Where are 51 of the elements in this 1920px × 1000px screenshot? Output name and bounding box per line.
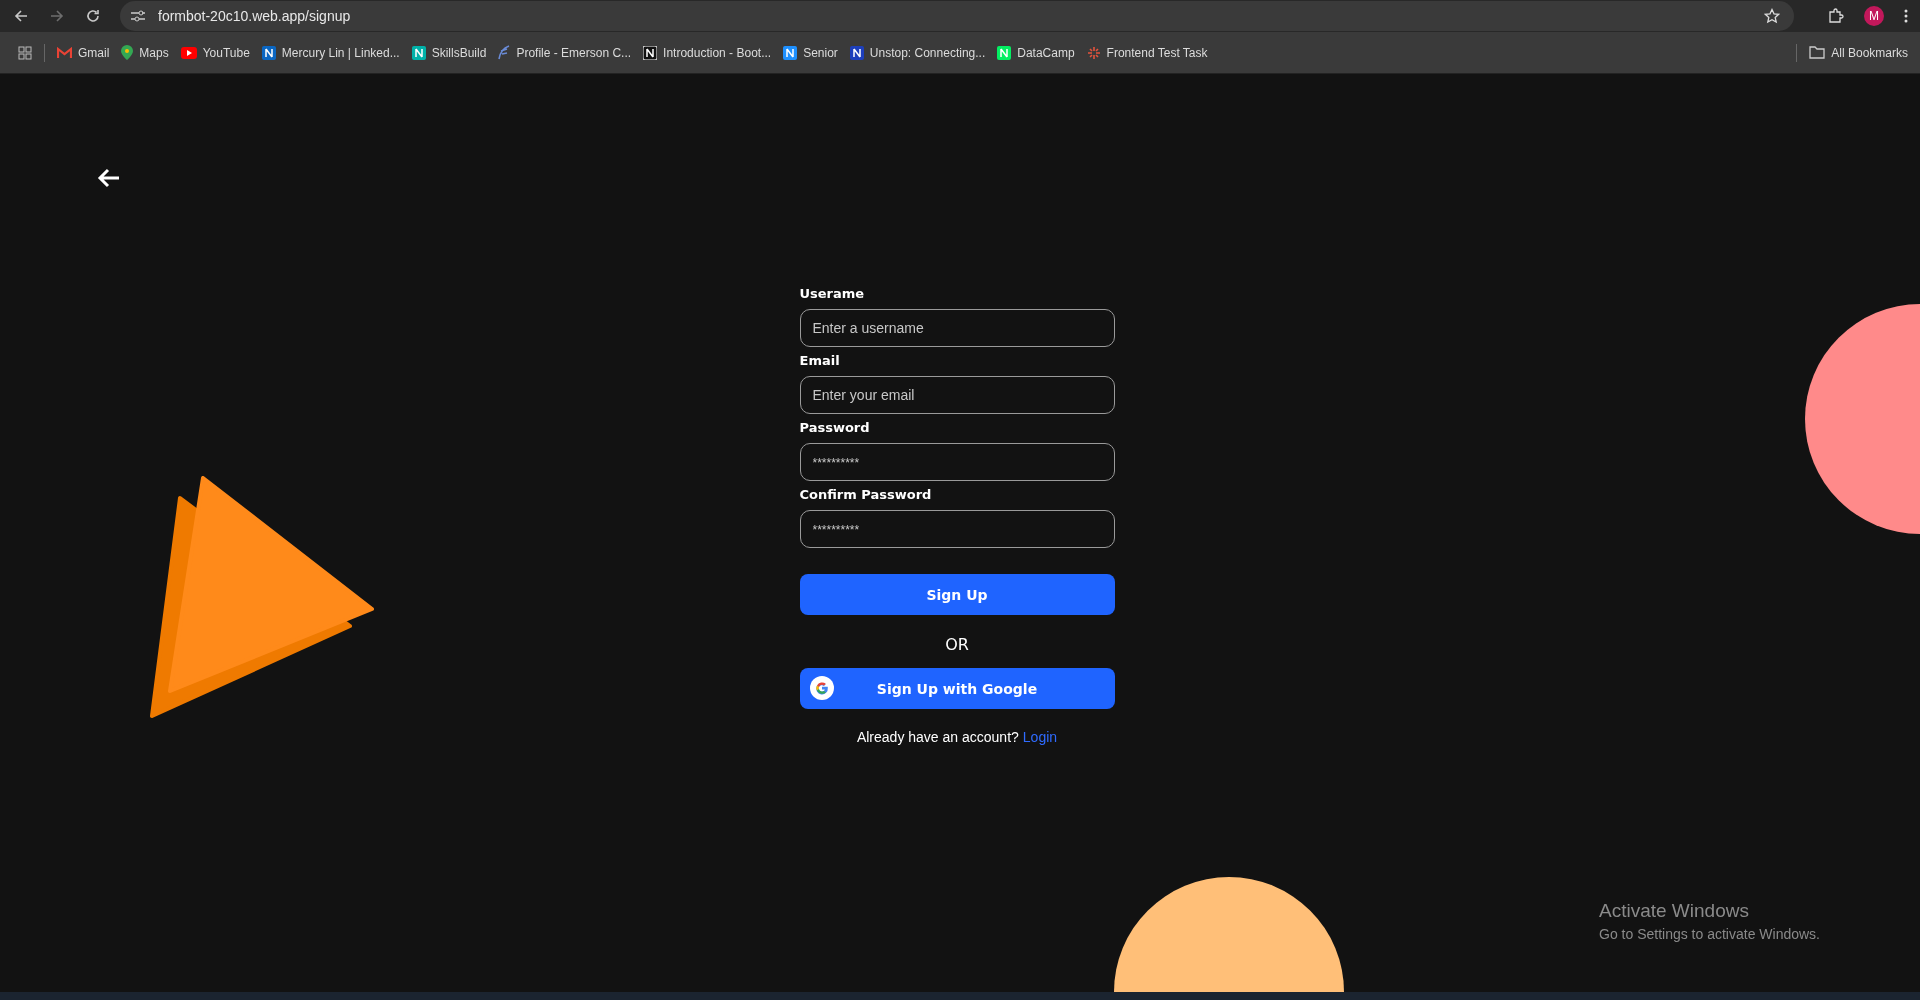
bookmark[interactable]: Unstop: Connecting... bbox=[849, 45, 986, 60]
profile-avatar[interactable]: M bbox=[1864, 6, 1884, 26]
bookmark[interactable]: YouTube bbox=[180, 45, 250, 60]
field-label: Confirm Password bbox=[799, 487, 933, 502]
bookmark[interactable]: Frontend Test Task bbox=[1086, 45, 1208, 60]
field-label: Password bbox=[799, 420, 871, 435]
sign-up-button[interactable]: Sign Up bbox=[799, 574, 1115, 615]
burst-icon bbox=[1086, 45, 1101, 60]
site-settings-icon[interactable] bbox=[130, 9, 146, 23]
bookmark[interactable]: Profile - Emerson C... bbox=[498, 45, 632, 60]
play-icon bbox=[180, 46, 197, 59]
field-label: Userame bbox=[799, 286, 866, 301]
bookmark[interactable]: Gmail bbox=[57, 45, 110, 60]
envelope-icon bbox=[57, 46, 72, 59]
site-logo-icon bbox=[261, 45, 276, 60]
back-icon[interactable] bbox=[14, 9, 28, 23]
or-divider: OR bbox=[944, 635, 970, 654]
bookmark[interactable]: Senior bbox=[783, 45, 838, 60]
apps-icon[interactable] bbox=[18, 45, 32, 60]
field-label: Email bbox=[799, 353, 841, 368]
star-icon[interactable] bbox=[1764, 8, 1780, 24]
bookmark[interactable]: Maps bbox=[121, 45, 169, 60]
footer-text: Already have an account? bbox=[856, 729, 1019, 745]
menu-icon[interactable] bbox=[1904, 9, 1908, 23]
input-field[interactable]: Enter your email bbox=[799, 376, 1115, 414]
bookmark[interactable]: Introduction - Boot... bbox=[643, 45, 772, 60]
bookmark[interactable]: SkillsBuild bbox=[411, 45, 487, 60]
feather-icon bbox=[498, 45, 511, 60]
site-logo-icon bbox=[849, 45, 864, 60]
map-pin-icon bbox=[121, 45, 134, 60]
folder-icon bbox=[1809, 46, 1826, 59]
input-field[interactable]: ********** bbox=[799, 443, 1115, 481]
reload-icon[interactable] bbox=[86, 9, 100, 23]
site-logo-icon bbox=[411, 45, 426, 60]
login-link[interactable]: Login bbox=[1022, 729, 1058, 745]
bookmark[interactable]: Mercury Lin | Linked... bbox=[261, 45, 400, 60]
forward-icon[interactable] bbox=[50, 9, 64, 23]
back-arrow-icon[interactable] bbox=[97, 168, 121, 188]
input-field[interactable]: ********** bbox=[799, 510, 1115, 548]
bookmark[interactable]: DataCamp bbox=[997, 45, 1075, 60]
input-field[interactable]: Enter a username bbox=[799, 309, 1115, 347]
site-logo-icon bbox=[643, 45, 658, 60]
activation-title: Activate Windows bbox=[1599, 900, 1750, 922]
extensions-icon[interactable] bbox=[1828, 8, 1844, 24]
google-sign-up-button[interactable]: Sign Up with Google bbox=[799, 668, 1115, 709]
site-logo-icon bbox=[783, 45, 798, 60]
activation-subtitle: Go to Settings to activate Windows. bbox=[1599, 926, 1820, 942]
site-logo-icon bbox=[997, 45, 1012, 60]
all-bookmarks-button[interactable]: All Bookmarks bbox=[1809, 45, 1908, 60]
google-icon bbox=[809, 676, 834, 700]
address-bar[interactable]: formbot-20c10.web.app/signup bbox=[120, 1, 1794, 31]
